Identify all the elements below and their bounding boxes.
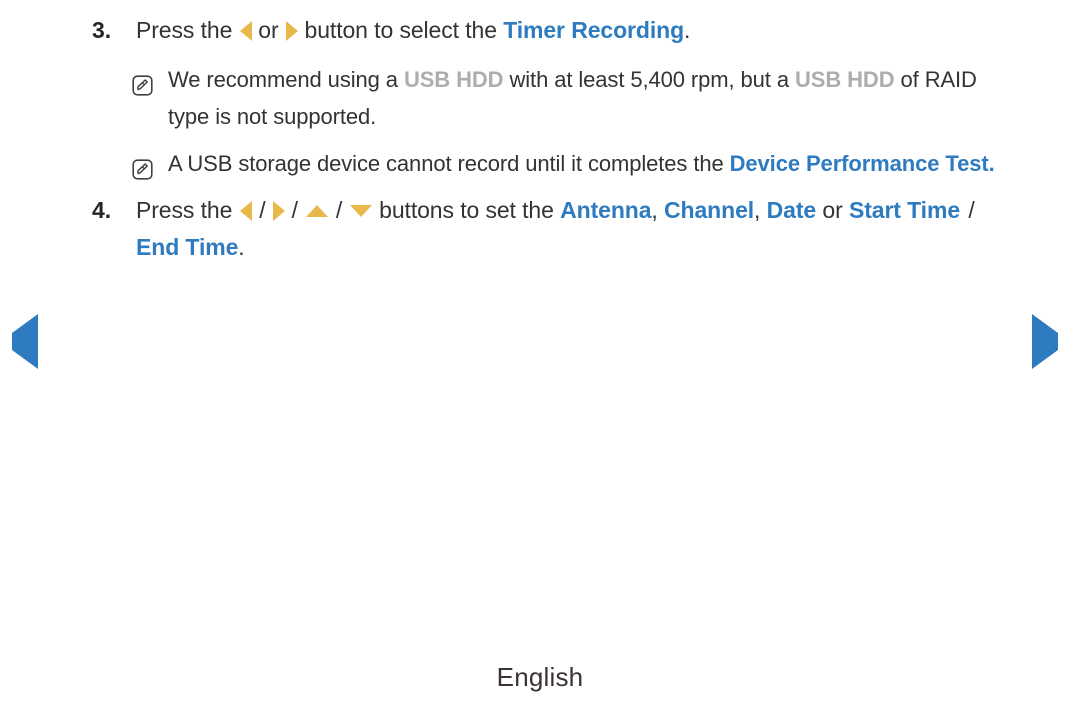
note2-segment-a: A USB storage device cannot record until…: [168, 151, 730, 176]
menu-term-device-performance-test: Device Performance Test: [729, 151, 989, 176]
note-pencil-icon: [132, 154, 153, 180]
or-word: or: [822, 197, 843, 223]
step-text: Press the or button to select the Timer Re…: [136, 12, 1012, 49]
menu-term-channel: Channel: [664, 197, 755, 223]
menu-term-date: Date: [766, 197, 817, 223]
menu-term-antenna: Antenna: [560, 197, 652, 223]
menu-term-start-time: Start Time: [848, 197, 961, 223]
device-term-usb-hdd-1: USB HDD: [403, 67, 504, 92]
arrow-separator: /: [259, 197, 266, 223]
note1-segment-a: We recommend using a: [168, 67, 404, 92]
term-separator: /: [968, 197, 975, 223]
arrow-separator: /: [291, 197, 298, 223]
step4-period: .: [238, 234, 245, 260]
step4-lead-text: Press the: [136, 197, 233, 223]
step-item-4: 4. Press the / / / buttons to set the Antenn…: [92, 192, 1012, 266]
step4-mid-text: buttons to set the: [379, 197, 554, 223]
right-arrow-icon: [272, 200, 285, 221]
comma-1: ,: [651, 197, 658, 223]
note-text: We recommend using a USB HDD with at lea…: [168, 67, 977, 129]
step-item-3: 3. Press the or button to select the Timer…: [92, 12, 1012, 49]
triangle-right-icon: [1032, 314, 1058, 369]
right-arrow-icon: [285, 20, 298, 41]
step3-lead-text: Press the: [136, 17, 233, 43]
menu-term-end-time: End Time: [136, 234, 239, 260]
note-item: We recommend using a USB HDD with at lea…: [132, 61, 1012, 135]
note-pencil-icon: [132, 70, 153, 96]
note2-period: .: [988, 151, 995, 176]
menu-term-timer-recording: Timer Recording: [503, 17, 685, 43]
step3-mid-text: button to select the: [304, 17, 497, 43]
note-list: We recommend using a USB HDD with at lea…: [92, 61, 1012, 182]
step-text: Press the / / / buttons to set the Antenna, …: [136, 192, 1012, 266]
comma-2: ,: [754, 197, 761, 223]
up-arrow-icon: [305, 204, 328, 217]
previous-page-button[interactable]: [12, 314, 56, 373]
language-footer: English: [496, 662, 584, 692]
next-page-button[interactable]: [1032, 314, 1076, 373]
note1-segment-b: with at least 5,400 rpm, but a: [503, 67, 795, 92]
arrow-separator: /: [335, 197, 343, 223]
triangle-left-icon: [12, 314, 38, 369]
step-number: 3.: [92, 17, 111, 43]
step3-or-text: or: [258, 17, 279, 43]
page-content: 3. Press the or button to select the Timer…: [92, 12, 1012, 266]
step-number: 4.: [92, 197, 111, 223]
down-arrow-icon: [350, 204, 373, 217]
note-text: A USB storage device cannot record until…: [168, 151, 995, 176]
device-term-usb-hdd-2: USB HDD: [794, 67, 895, 92]
manual-page: 3. Press the or button to select the Timer…: [0, 0, 1080, 705]
left-arrow-icon: [240, 20, 253, 41]
left-arrow-icon: [240, 200, 253, 221]
note-item: A USB storage device cannot record until…: [132, 145, 1012, 182]
step3-period: .: [684, 17, 691, 43]
